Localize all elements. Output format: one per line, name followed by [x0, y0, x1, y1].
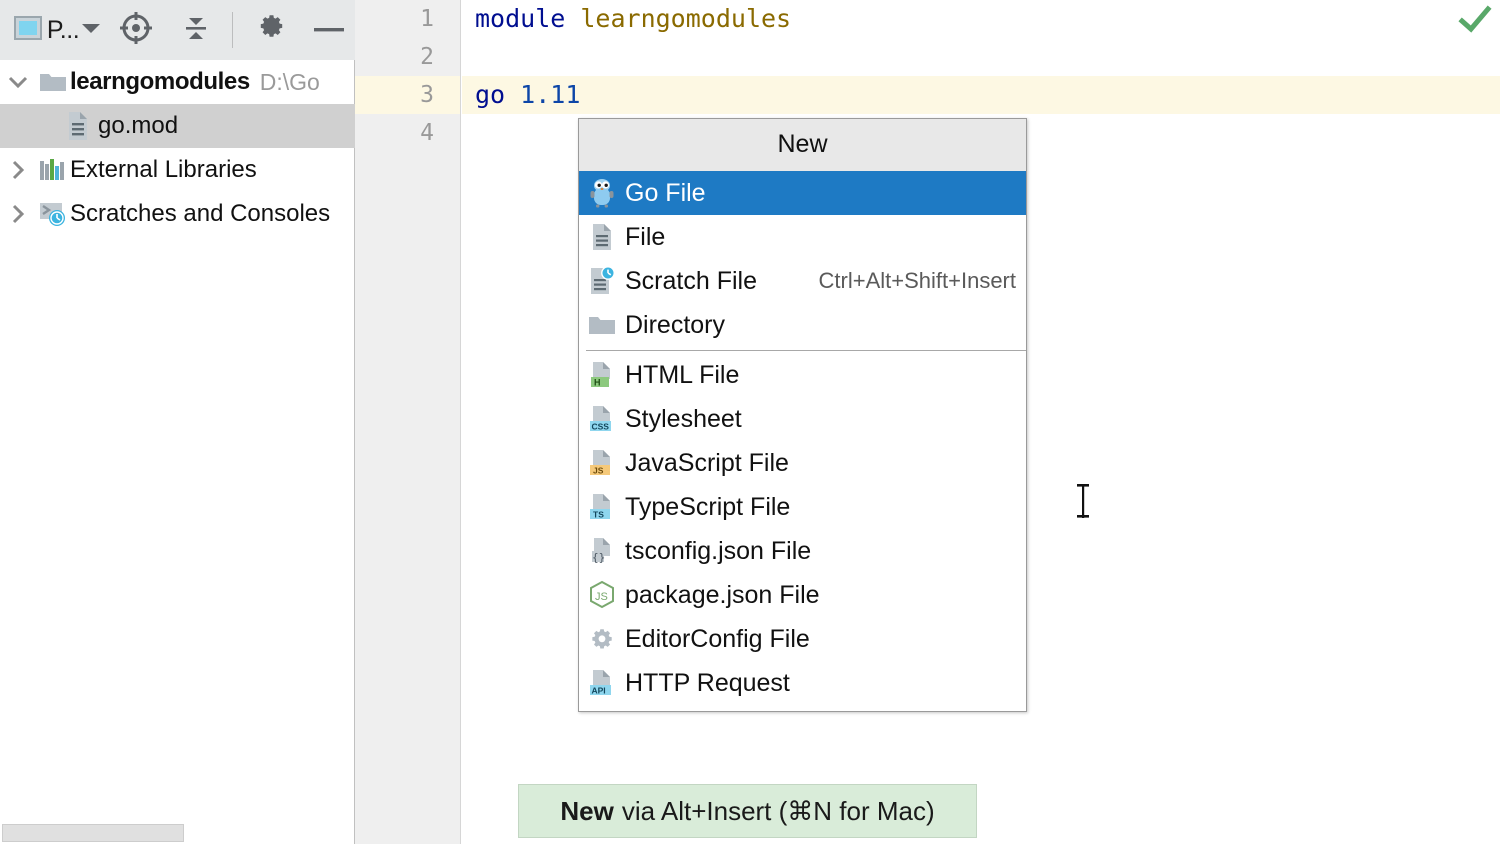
menu-item-label: tsconfig.json File [625, 536, 812, 565]
tree-node-label: Scratches and Consoles [70, 200, 331, 227]
collapse-all-icon [180, 12, 212, 49]
menu-item-label: Go File [625, 178, 706, 207]
project-tool-window: P... learngomodules D:\Go go.mod Externa… [0, 0, 355, 844]
menu-group-file-types: H HTML File CSS Stylesheet JS JavaScript… [579, 353, 1026, 711]
menu-item-editorconfig-file[interactable]: EditorConfig File [579, 617, 1026, 661]
menu-item-label: Directory [625, 310, 726, 339]
hide-panel-button[interactable] [305, 0, 353, 60]
html-file-icon: H [579, 361, 625, 389]
tree-node-label: External Libraries [70, 156, 257, 183]
svg-text:API: API [592, 685, 606, 695]
menu-item-label: package.json File [625, 580, 820, 609]
menu-item-label: JavaScript File [625, 448, 789, 477]
menu-item-label: EditorConfig File [625, 624, 810, 653]
menu-item-label: Scratch File [625, 266, 757, 295]
editor-gutter: 1 2 3 4 [355, 0, 461, 844]
caption-hint: New via Alt+Insert (⌘N for Mac) [518, 784, 977, 838]
tree-node-external-libraries[interactable]: External Libraries [0, 148, 355, 192]
locate-in-tree-button[interactable] [112, 0, 160, 60]
menu-item-scratch-file[interactable]: Scratch File Ctrl+Alt+Shift+Insert [579, 259, 1026, 303]
caption-rest: via Alt+Insert (⌘N for Mac) [621, 795, 935, 826]
scratches-icon [36, 200, 70, 228]
tree-node-label: go.mod [98, 112, 179, 139]
code-line-1: module learngomodules [462, 0, 1500, 38]
http-request-icon: API [579, 669, 625, 697]
svg-text:JS: JS [593, 465, 604, 475]
menu-separator [586, 350, 1026, 351]
menu-item-package-json-file[interactable]: JS package.json File [579, 573, 1026, 617]
ok-checkmark-icon[interactable] [1458, 4, 1492, 36]
svg-text:H: H [594, 377, 601, 387]
panel-settings-button[interactable] [247, 0, 295, 60]
ts-file-icon: TS [579, 493, 625, 521]
go-gopher-icon [579, 178, 625, 208]
text-caret-icon [1077, 484, 1089, 518]
menu-group-primary: Go File File Scratch File Ctrl+Alt+Shift… [579, 171, 1026, 347]
line-number: 3 [355, 76, 460, 114]
caption-strong: New [560, 795, 614, 826]
tree-node-path: D:\Go [259, 68, 320, 95]
menu-item-file[interactable]: File [579, 215, 1026, 259]
gear-icon [579, 625, 625, 653]
folder-icon [36, 70, 70, 94]
gear-icon [255, 12, 287, 49]
line-number: 2 [420, 44, 434, 70]
project-tree: learngomodules D:\Go go.mod External Lib… [0, 60, 355, 236]
tsconfig-file-icon: {} [579, 537, 625, 565]
line-number: 4 [420, 120, 434, 146]
locate-target-icon [119, 11, 153, 50]
svg-text:TS: TS [593, 509, 604, 519]
menu-item-label: HTTP Request [625, 668, 790, 697]
menu-item-html-file[interactable]: H HTML File [579, 353, 1026, 397]
menu-item-typescript-file[interactable]: TS TypeScript File [579, 485, 1026, 529]
svg-text:JS: JS [595, 591, 608, 603]
menu-item-javascript-file[interactable]: JS JavaScript File [579, 441, 1026, 485]
menu-item-stylesheet[interactable]: CSS Stylesheet [579, 397, 1026, 441]
menu-item-label: TypeScript File [625, 492, 791, 521]
folder-icon [579, 313, 625, 337]
js-file-icon: JS [579, 449, 625, 477]
svg-text:CSS: CSS [592, 421, 610, 431]
libraries-icon [36, 157, 70, 183]
code-identifier: learngomodules [580, 4, 792, 33]
menu-item-label: Stylesheet [625, 404, 742, 433]
nodejs-package-icon: JS [579, 580, 625, 610]
code-value: 1.11 [520, 80, 581, 109]
tree-node-scratches-and-consoles[interactable]: Scratches and Consoles [0, 192, 355, 236]
project-view-selector[interactable]: P... [10, 0, 105, 60]
menu-item-http-request[interactable]: API HTTP Request [579, 661, 1026, 705]
chevron-down-icon[interactable] [0, 75, 36, 89]
tree-node-learngomodules[interactable]: learngomodules D:\Go [0, 60, 355, 104]
tree-node-go-mod[interactable]: go.mod [0, 104, 355, 148]
minimize-icon [313, 21, 345, 39]
project-view-label: P... [46, 15, 80, 44]
file-icon [579, 223, 625, 251]
menu-title: New [579, 119, 1026, 171]
svg-text:{}: {} [592, 551, 605, 564]
menu-item-go-file[interactable]: Go File [579, 171, 1026, 215]
chevron-down-icon [81, 21, 101, 39]
panel-horizontal-scrollbar[interactable] [2, 824, 184, 842]
code-keyword: module [475, 4, 566, 33]
new-context-menu: New Go File File Scratch File Ctrl+Alt+S… [578, 118, 1027, 712]
scratch-file-icon [579, 267, 625, 295]
collapse-all-button[interactable] [172, 0, 220, 60]
code-keyword: go [475, 80, 506, 109]
menu-item-label: File [625, 222, 666, 251]
css-file-icon: CSS [579, 405, 625, 433]
line-number: 1 [420, 6, 434, 32]
chevron-right-icon[interactable] [0, 203, 36, 225]
menu-item-tsconfig-json-file[interactable]: {} tsconfig.json File [579, 529, 1026, 573]
toolbar-divider [232, 12, 233, 48]
gomod-file-icon [58, 111, 98, 141]
menu-item-shortcut: Ctrl+Alt+Shift+Insert [818, 268, 1016, 293]
menu-item-label: HTML File [625, 360, 740, 389]
project-window-icon [13, 15, 44, 46]
code-line-3: go 1.11 [462, 76, 1500, 114]
project-panel-toolbar: P... [0, 0, 355, 60]
tree-node-label: learngomodules [70, 68, 250, 95]
menu-item-directory[interactable]: Directory [579, 303, 1026, 347]
chevron-right-icon[interactable] [0, 159, 36, 181]
